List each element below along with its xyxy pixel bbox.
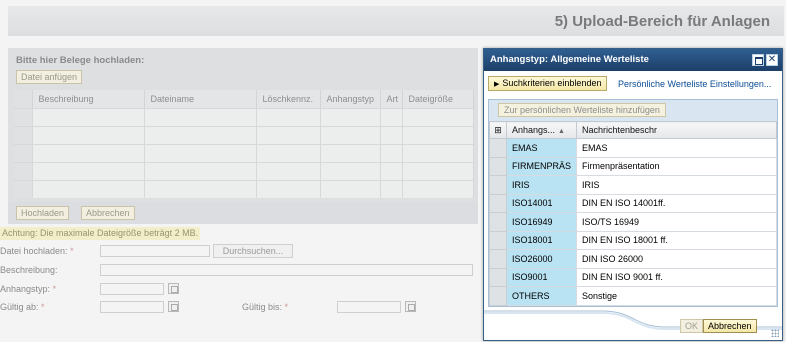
upload-prompt: Bitte hier Belege hochladen:	[16, 55, 145, 66]
row-selector[interactable]	[489, 230, 507, 250]
valid-from-label: Gültig ab: *	[0, 302, 45, 312]
show-search-criteria-button[interactable]: ▶ Suchkriterien einblenden	[488, 76, 608, 91]
triangle-right-icon: ▶	[494, 81, 500, 88]
file-upload-label: Datei hochladen: *	[0, 246, 74, 256]
row-selector[interactable]	[489, 156, 507, 176]
table-row[interactable]	[14, 179, 474, 198]
description-label: Beschreibung:	[0, 265, 58, 275]
upload-action-bar: Hochladen Abbrechen	[8, 202, 478, 224]
row-selector[interactable]	[489, 138, 507, 158]
dialog-title: Anhangstyp: Allgemeine Werteliste	[490, 54, 649, 65]
file-upload-field[interactable]	[100, 245, 210, 257]
item-description[interactable]: DIN EN ISO 9001 ff.	[576, 267, 777, 287]
table-row[interactable]	[14, 143, 474, 162]
dialog-footer: OK Abbrechen	[484, 309, 782, 340]
resize-grip-icon[interactable]	[771, 329, 779, 337]
item-key[interactable]: IRIS	[506, 175, 577, 195]
item-key[interactable]: EMAS	[506, 138, 577, 158]
list-item[interactable]: ISO9001 DIN EN ISO 9001 ff.	[489, 267, 777, 287]
item-key[interactable]: ISO18001	[506, 230, 577, 250]
value-list-table: ⊞ Anhangs... ▲ Nachrichtenbeschr EMAS EMAS…	[489, 121, 777, 306]
list-item[interactable]: ISO26000 DIN ISO 26000	[489, 249, 777, 269]
value-help-icon[interactable]	[168, 283, 179, 294]
col-header-description[interactable]: Beschreibung	[32, 90, 145, 108]
item-key[interactable]: FIRMENPRÄS	[506, 156, 577, 176]
ok-button[interactable]: OK	[680, 319, 704, 333]
calendar-icon[interactable]	[405, 301, 416, 312]
item-description[interactable]: DIN EN ISO 18001 ff.	[576, 230, 777, 250]
list-item[interactable]: ISO14001 DIN EN ISO 14001ff.	[489, 193, 777, 213]
col-header-attachment-type[interactable]: Anhangstyp	[320, 90, 381, 108]
upload-cancel-button[interactable]: Abbrechen	[81, 206, 135, 220]
row-selector-header[interactable]	[14, 90, 33, 108]
row-selector[interactable]	[489, 193, 507, 213]
upload-button[interactable]: Hochladen	[16, 206, 70, 220]
list-item[interactable]: OTHERS Sonstige	[489, 286, 777, 306]
table-settings-icon[interactable]: ⊞	[489, 121, 507, 139]
list-item[interactable]: ISO18001 DIN EN ISO 18001 ff.	[489, 230, 777, 250]
attachments-table: Beschreibung Dateiname Löschkennz. Anhan…	[14, 90, 474, 198]
item-description[interactable]: Firmenpräsentation	[576, 156, 777, 176]
valid-from-field[interactable]	[100, 301, 164, 313]
description-field[interactable]	[100, 264, 473, 276]
table-row[interactable]	[14, 125, 474, 144]
upload-panel: Bitte hier Belege hochladen: Datei anfüg…	[8, 48, 478, 202]
item-description[interactable]: Sonstige	[576, 286, 777, 306]
item-description[interactable]: ISO/TS 16949	[576, 212, 777, 232]
valid-to-label: Gültig bis: *	[242, 302, 289, 312]
item-key[interactable]: ISO9001	[506, 267, 577, 287]
row-selector[interactable]	[489, 286, 507, 306]
col-header-key[interactable]: Anhangs... ▲	[506, 121, 577, 139]
item-description[interactable]: DIN ISO 26000	[576, 249, 777, 269]
item-key[interactable]: OTHERS	[506, 286, 577, 306]
list-item[interactable]: IRIS IRIS	[489, 175, 777, 195]
dialog-cancel-button[interactable]: Abbrechen	[703, 319, 757, 333]
col-header-filename[interactable]: Dateiname	[144, 90, 257, 108]
add-to-personal-list-button[interactable]: Zur persönlichen Werteliste hinzufügen	[498, 103, 666, 117]
row-selector[interactable]	[489, 249, 507, 269]
list-item[interactable]: ISO16949 ISO/TS 16949	[489, 212, 777, 232]
attach-file-button[interactable]: Datei anfügen	[16, 70, 83, 84]
page-title: 5) Upload-Bereich für Anlagen	[554, 13, 770, 30]
item-key[interactable]: ISO16949	[506, 212, 577, 232]
value-help-dialog: Anhangstyp: Allgemeine Werteliste ✕ ▶ Suc…	[483, 48, 783, 341]
dialog-title-bar[interactable]: Anhangstyp: Allgemeine Werteliste ✕	[484, 49, 782, 71]
col-header-delete-flag[interactable]: Löschkennz.	[256, 90, 321, 108]
row-selector[interactable]	[489, 175, 507, 195]
table-row[interactable]	[14, 161, 474, 180]
valid-to-field[interactable]	[337, 301, 401, 313]
dialog-toolbar: ▶ Suchkriterien einblenden Persönliche We…	[484, 71, 782, 95]
attachment-type-field[interactable]	[100, 283, 164, 295]
item-description[interactable]: EMAS	[576, 138, 777, 158]
sort-ascending-icon: ▲	[558, 128, 565, 135]
calendar-icon[interactable]	[168, 301, 179, 312]
list-item[interactable]: EMAS EMAS	[489, 138, 777, 158]
close-icon[interactable]: ✕	[766, 54, 778, 66]
page-header: 5) Upload-Bereich für Anlagen	[8, 6, 784, 36]
item-description[interactable]: IRIS	[576, 175, 777, 195]
item-key[interactable]: ISO26000	[506, 249, 577, 269]
row-selector[interactable]	[489, 212, 507, 232]
row-selector[interactable]	[489, 267, 507, 287]
col-header-description[interactable]: Nachrichtenbeschr	[576, 121, 777, 139]
personal-list-settings-link[interactable]: Persönliche Werteliste Einstellungen...	[618, 79, 771, 89]
browse-button[interactable]: Durchsuchen...	[213, 244, 293, 258]
table-row[interactable]	[14, 107, 474, 126]
maximize-icon[interactable]	[752, 54, 764, 66]
size-warning: Achtung: Die maximale Dateigröße beträgt…	[0, 227, 201, 240]
item-description[interactable]: DIN EN ISO 14001ff.	[576, 193, 777, 213]
list-item[interactable]: FIRMENPRÄS Firmenpräsentation	[489, 156, 777, 176]
col-header-filesize[interactable]: Dateigröße	[402, 90, 474, 108]
attachment-type-label: Anhangstyp: *	[0, 284, 57, 294]
item-key[interactable]: ISO14001	[506, 193, 577, 213]
col-header-kind[interactable]: Art	[380, 90, 403, 108]
